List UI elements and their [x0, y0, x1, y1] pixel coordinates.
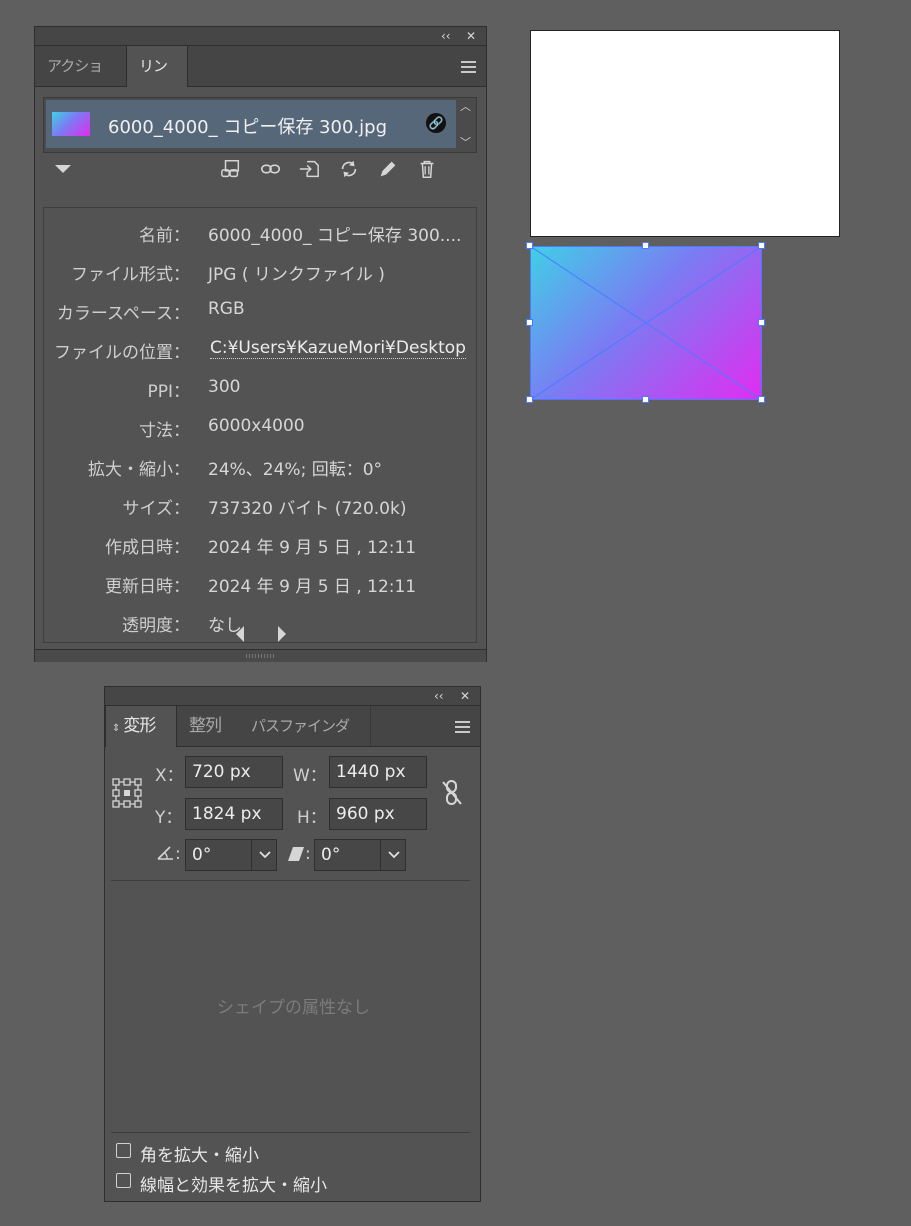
h-label: H： — [297, 808, 327, 828]
chevron-down-icon — [259, 851, 271, 859]
link-info-box: 名前： 6000_4000_ コピー保存 300.... ファイル形式： JPG… — [43, 207, 477, 643]
relink-cc-icon[interactable] — [220, 158, 242, 180]
link-list: 6000_4000_ コピー保存 300.jpg 🔗 ︿ ﹀ — [43, 97, 477, 153]
transform-panel: ‹‹ ✕ ⇕変形 整列 パスファインダー X： 720 px W： 1440 p… — [104, 686, 481, 1202]
transform-panel-titlebar[interactable]: ‹‹ ✕ — [105, 687, 480, 706]
info-value-scale: 24%、24%; 回転：0° — [208, 460, 383, 480]
info-label-created: 作成日時： — [105, 538, 190, 558]
links-panel: ‹‹ ✕ アクション リンク 6000_4000_ コピー保存 300.jpg … — [34, 26, 487, 662]
tab-align[interactable]: 整列 — [177, 706, 239, 746]
panel-menu-icon[interactable] — [455, 721, 470, 733]
selection-handle-bottom-left[interactable] — [526, 396, 533, 403]
edit-original-icon[interactable] — [377, 158, 399, 180]
scale-corners-checkbox[interactable] — [116, 1143, 131, 1158]
x-label: X： — [155, 766, 184, 786]
info-label-name: 名前： — [139, 226, 190, 246]
shear-icon — [288, 847, 304, 861]
info-label-transparency: 透明度： — [122, 616, 190, 636]
reference-point-icon[interactable] — [112, 778, 142, 808]
scroll-down-icon[interactable]: ﹀ — [460, 134, 471, 150]
scale-strokes-effects-checkbox[interactable] — [116, 1173, 131, 1188]
info-label-ppi: PPI： — [147, 382, 190, 402]
w-label: W： — [293, 766, 327, 786]
rotate-angle-icon — [157, 846, 173, 860]
artboard[interactable] — [530, 30, 840, 237]
divider — [111, 880, 470, 881]
collapse-icon[interactable]: ‹‹ — [441, 28, 451, 44]
info-label-location: ファイルの位置： — [54, 343, 190, 363]
link-icon: 🔗 — [426, 113, 446, 133]
info-label-modified: 更新日時： — [105, 577, 190, 597]
tab-pathfinder[interactable]: パスファインダー — [239, 706, 371, 775]
info-label-format: ファイル形式： — [71, 265, 190, 285]
image-thumbnail — [52, 112, 90, 136]
selection-handle-top-right[interactable] — [758, 242, 765, 249]
resize-grip — [246, 654, 274, 658]
constrain-proportions-icon[interactable] — [441, 779, 463, 807]
relink-icon[interactable] — [260, 158, 282, 180]
info-label-dimensions: 寸法： — [139, 421, 190, 441]
shear-dropdown[interactable] — [380, 839, 406, 871]
next-link-icon[interactable] — [277, 626, 287, 642]
links-panel-tabs: アクション リンク — [35, 46, 486, 115]
x-input[interactable]: 720 px — [185, 756, 283, 788]
info-value-colorspace: RGB — [208, 299, 245, 319]
info-label-size: サイズ： — [122, 499, 191, 519]
go-to-link-icon[interactable] — [298, 158, 320, 180]
panel-menu-icon[interactable] — [461, 61, 476, 73]
image-bounding-box — [530, 246, 762, 400]
disclosure-triangle-icon[interactable] — [55, 165, 71, 175]
h-input[interactable]: 960 px — [329, 798, 427, 830]
selection-handle-left[interactable] — [526, 319, 533, 326]
panel-resize-handle[interactable] — [35, 649, 486, 662]
placed-image[interactable] — [530, 246, 762, 400]
info-label-scale: 拡大・縮小： — [88, 460, 190, 480]
scale-corners-label[interactable]: 角を拡大・縮小 — [140, 1141, 259, 1166]
selection-handle-bottom-right[interactable] — [758, 396, 765, 403]
scroll-up-icon[interactable]: ︿ — [460, 98, 471, 114]
tab-links[interactable]: リンク — [126, 46, 188, 115]
tab-transform-label: 変形 — [123, 716, 156, 736]
trash-icon[interactable] — [416, 158, 438, 180]
sort-arrows-icon: ⇕ — [112, 723, 120, 734]
shear-colon: : — [305, 844, 311, 864]
scale-strokes-effects-label[interactable]: 線幅と効果を拡大・縮小 — [140, 1171, 327, 1196]
rotate-dropdown[interactable] — [251, 839, 277, 871]
chevron-down-icon — [388, 851, 400, 859]
info-value-modified: 2024 年 9 月 5 日 , 12:11 — [208, 577, 417, 597]
divider — [111, 1132, 470, 1133]
collapse-icon[interactable]: ‹‹ — [434, 688, 444, 704]
info-value-location-link[interactable]: C:¥Users¥KazueMori¥Desktop — [210, 338, 466, 359]
link-filename: 6000_4000_ コピー保存 300.jpg — [108, 117, 387, 138]
update-link-icon[interactable] — [338, 158, 360, 180]
info-value-created: 2024 年 9 月 5 日 , 12:11 — [208, 538, 417, 558]
links-panel-titlebar[interactable]: ‹‹ ✕ — [35, 27, 486, 46]
info-value-size: 737320 バイト (720.0k) — [208, 499, 407, 519]
close-icon[interactable]: ✕ — [460, 688, 470, 704]
tab-transform[interactable]: ⇕ 変形 — [105, 706, 177, 747]
info-value-dimensions: 6000x4000 — [208, 416, 305, 436]
info-value-ppi: 300 — [208, 377, 241, 397]
transform-panel-tabs: ⇕変形 整列 パスファインダー — [105, 706, 480, 775]
selection-handle-right[interactable] — [758, 319, 765, 326]
shape-properties-empty-message: シェイプの属性なし — [217, 998, 370, 1018]
selection-handle-bottom[interactable] — [642, 396, 649, 403]
list-item[interactable]: 6000_4000_ コピー保存 300.jpg 🔗 — [46, 100, 456, 148]
y-input[interactable]: 1824 px — [185, 798, 283, 830]
close-icon[interactable]: ✕ — [466, 28, 476, 44]
info-label-colorspace: カラースペース： — [56, 304, 190, 324]
info-value-name: 6000_4000_ コピー保存 300.... — [208, 226, 462, 246]
rotate-colon: : — [175, 844, 181, 864]
selection-handle-top[interactable] — [642, 242, 649, 249]
tab-actions[interactable]: アクション — [35, 46, 127, 115]
previous-link-icon[interactable] — [235, 626, 245, 642]
info-value-format: JPG ( リンクファイル ) — [208, 265, 385, 285]
w-input[interactable]: 1440 px — [329, 756, 427, 788]
selection-handle-top-left[interactable] — [526, 242, 533, 249]
y-label: Y： — [155, 808, 183, 828]
